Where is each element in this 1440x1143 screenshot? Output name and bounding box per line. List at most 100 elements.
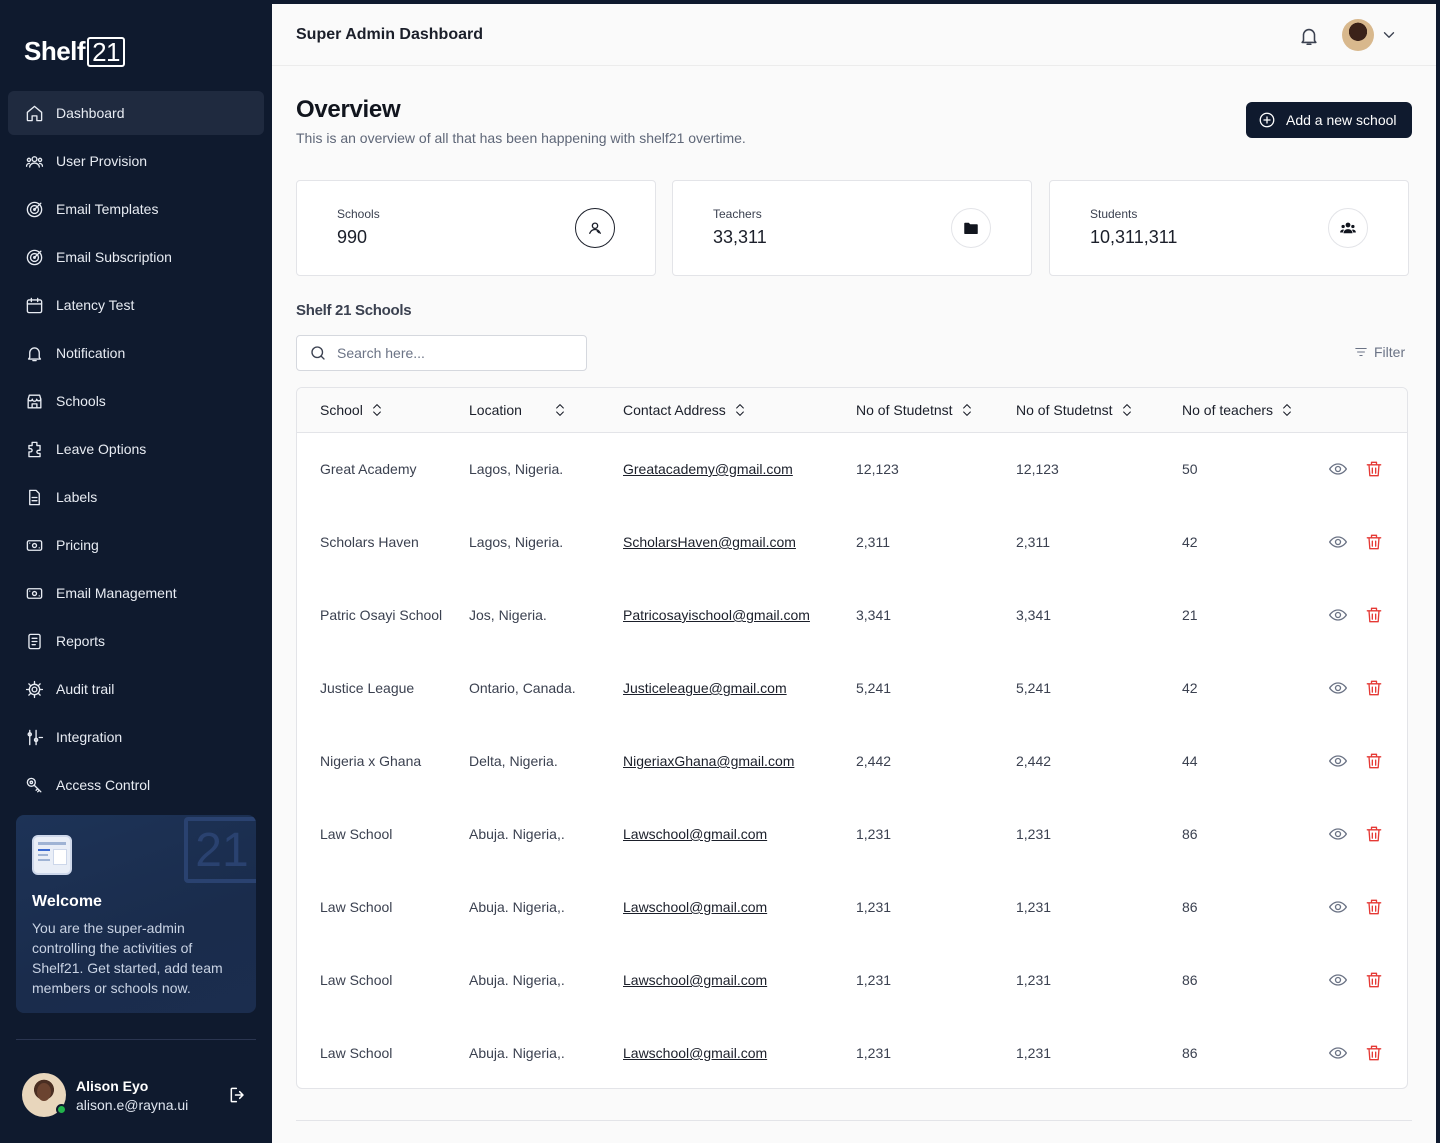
brand-logo[interactable]: Shelf 21 [24, 36, 125, 67]
sort-icon[interactable] [1119, 401, 1135, 419]
sidebar-item-email-templates[interactable]: Email Templates [8, 187, 264, 231]
cell-school: Great Academy [320, 461, 417, 477]
delete-trash-icon[interactable] [1364, 751, 1384, 771]
user-circle-icon [575, 208, 615, 248]
sidebar-item-label: Labels [56, 489, 98, 505]
online-status-dot [56, 1104, 67, 1115]
view-eye-icon[interactable] [1328, 1043, 1348, 1063]
sidebar-item-labels[interactable]: Labels [8, 475, 264, 519]
overview-title: Overview [296, 96, 401, 123]
sort-icon[interactable] [1279, 401, 1295, 419]
column-label: Contact Address [623, 402, 726, 418]
delete-trash-icon[interactable] [1364, 970, 1384, 990]
topbar: Super Admin Dashboard [272, 4, 1436, 66]
email-link[interactable]: Lawschool@gmail.com [623, 972, 767, 988]
cell-students-b: 2,311 [1016, 534, 1050, 550]
view-eye-icon[interactable] [1328, 532, 1348, 552]
sidebar-item-label: Schools [56, 393, 106, 409]
email-link[interactable]: Justiceleague@gmail.com [623, 680, 787, 696]
view-eye-icon[interactable] [1328, 897, 1348, 917]
email-link[interactable]: Lawschool@gmail.com [623, 899, 767, 915]
page-title: Super Admin Dashboard [296, 26, 483, 43]
overview-subtitle: This is an overview of all that has been… [296, 130, 746, 146]
sidebar-item-pricing[interactable]: Pricing [8, 523, 264, 567]
sidebar-item-email-subscription[interactable]: Email Subscription [8, 235, 264, 279]
notification-bell-icon[interactable] [1298, 24, 1320, 48]
column-header-students-b[interactable]: No of Studetnst [1016, 401, 1135, 419]
sidebar-item-leave-options[interactable]: Leave Options [8, 427, 264, 471]
sort-icon[interactable] [732, 401, 748, 419]
sort-icon[interactable] [369, 401, 385, 419]
logout-icon[interactable] [228, 1085, 248, 1105]
welcome-text: You are the super-admin controlling the … [32, 920, 223, 996]
table-row: Law School Abuja. Nigeria,. Lawschool@gmai… [297, 871, 1407, 944]
cell-teachers: 21 [1182, 607, 1198, 623]
sidebar-item-reports[interactable]: Reports [8, 619, 264, 663]
sidebar-item-label: Leave Options [56, 441, 147, 457]
view-eye-icon[interactable] [1328, 824, 1348, 844]
bell-icon [24, 343, 44, 363]
view-eye-icon[interactable] [1328, 605, 1348, 625]
store-icon [24, 391, 44, 411]
column-header-location[interactable]: Location [469, 401, 568, 419]
sidebar-item-notification[interactable]: Notification [8, 331, 264, 375]
email-link[interactable]: ScholarsHaven@gmail.com [623, 534, 796, 550]
header-avatar[interactable] [1342, 19, 1374, 51]
chevron-down-icon[interactable] [1380, 26, 1398, 44]
main-content: Super Admin Dashboard Overview This is a… [272, 4, 1436, 1143]
delete-trash-icon[interactable] [1364, 897, 1384, 917]
delete-trash-icon[interactable] [1364, 1043, 1384, 1063]
email-link[interactable]: Lawschool@gmail.com [623, 826, 767, 842]
email-link[interactable]: Patricosayischool@gmail.com [623, 607, 810, 623]
cell-school: Law School [320, 1045, 393, 1061]
report-icon [24, 631, 44, 651]
cell-students-b: 1,231 [1016, 1045, 1052, 1061]
view-eye-icon[interactable] [1328, 459, 1348, 479]
column-header-students-a[interactable]: No of Studetnst [856, 401, 975, 419]
sort-icon[interactable] [959, 401, 975, 419]
cell-students-a: 2,442 [856, 753, 892, 769]
email-link[interactable]: Greatacademy@gmail.com [623, 461, 793, 477]
delete-trash-icon[interactable] [1364, 678, 1384, 698]
view-eye-icon[interactable] [1328, 751, 1348, 771]
delete-trash-icon[interactable] [1364, 824, 1384, 844]
search-input[interactable] [337, 345, 577, 361]
delete-trash-icon[interactable] [1364, 459, 1384, 479]
delete-trash-icon[interactable] [1364, 532, 1384, 552]
welcome-title: Welcome [32, 893, 102, 910]
sidebar-item-audit-trail[interactable]: Audit trail [8, 667, 264, 711]
column-header-teachers[interactable]: No of teachers [1182, 401, 1295, 419]
delete-trash-icon[interactable] [1364, 605, 1384, 625]
email-link[interactable]: Lawschool@gmail.com [623, 1045, 767, 1061]
file-icon [24, 487, 44, 507]
user-profile[interactable]: Alison Eyo alison.e@rayna.ui [22, 1073, 188, 1117]
sidebar: Shelf 21 Dashboard User Provision Email … [0, 0, 272, 1143]
filter-button[interactable]: Filter [1354, 344, 1405, 360]
sidebar-item-access-control[interactable]: Access Control [8, 763, 264, 807]
column-header-contact-address[interactable]: Contact Address [623, 401, 748, 419]
divider [16, 1039, 256, 1040]
sort-icon[interactable] [552, 401, 568, 419]
sidebar-item-schools[interactable]: Schools [8, 379, 264, 423]
brand-name: Shelf [24, 36, 86, 66]
cell-teachers: 86 [1182, 899, 1198, 915]
sidebar-item-dashboard[interactable]: Dashboard [8, 91, 264, 135]
sidebar-item-latency-test[interactable]: Latency Test [8, 283, 264, 327]
sidebar-item-label: User Provision [56, 153, 148, 169]
table-row: Justice League Ontario, Canada. Justicelea… [297, 652, 1407, 725]
money-icon [24, 535, 44, 555]
column-header-school[interactable]: School [320, 401, 385, 419]
column-label: School [320, 402, 363, 418]
add-school-button[interactable]: Add a new school [1246, 102, 1412, 138]
cell-students-b: 12,123 [1016, 461, 1059, 477]
column-label: Location [469, 402, 522, 418]
view-eye-icon[interactable] [1328, 678, 1348, 698]
cell-students-a: 5,241 [856, 680, 892, 696]
email-link[interactable]: NigeriaxGhana@gmail.com [623, 753, 794, 769]
sidebar-item-integration[interactable]: Integration [8, 715, 264, 759]
money-icon [24, 583, 44, 603]
sidebar-item-email-management[interactable]: Email Management [8, 571, 264, 615]
view-eye-icon[interactable] [1328, 970, 1348, 990]
cell-students-a: 1,231 [856, 1045, 892, 1061]
sidebar-item-user-provision[interactable]: User Provision [8, 139, 264, 183]
